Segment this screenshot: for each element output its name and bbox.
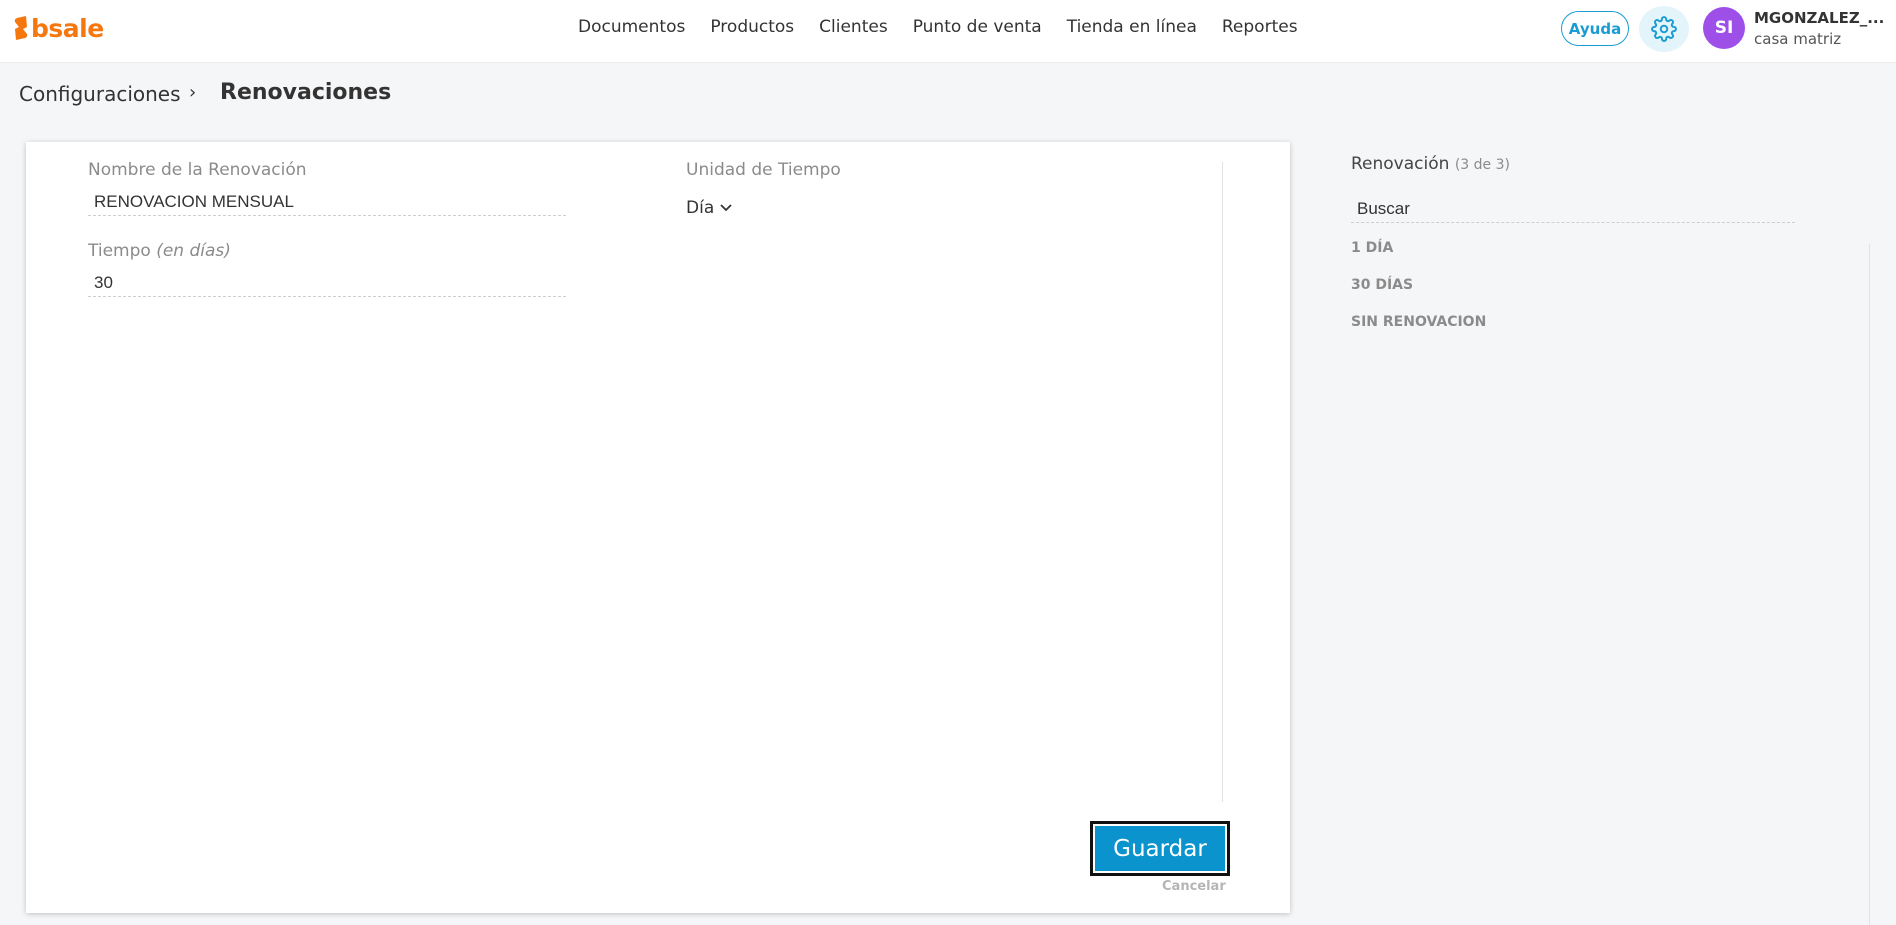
search-input[interactable] [1351,195,1795,223]
sidebar-count: (3 de 3) [1454,157,1510,173]
nav-item-documentos[interactable]: Documentos [578,17,685,39]
user-branch: casa matriz [1754,30,1842,48]
help-button[interactable]: Ayuda [1561,11,1629,46]
nav-item-reportes[interactable]: Reportes [1222,17,1298,39]
breadcrumb-separator: › [189,82,197,103]
list-item[interactable]: 30 DÍAS [1351,277,1486,314]
renewal-name-label: Nombre de la Renovación [88,160,307,180]
save-button[interactable]: Guardar [1090,821,1230,876]
list-item[interactable]: 1 DÍA [1351,240,1486,277]
top-navbar: bsale Documentos Productos Clientes Punt… [0,0,1896,63]
chevron-down-icon [720,204,732,212]
main-nav: Documentos Productos Clientes Punto de v… [578,17,1323,39]
gear-icon [1651,16,1677,42]
nav-item-punto-de-venta[interactable]: Punto de venta [913,17,1042,39]
bsale-logo[interactable]: bsale [13,13,104,43]
nav-item-productos[interactable]: Productos [710,17,794,39]
list-item[interactable]: SIN RENOVACION [1351,314,1486,351]
breadcrumb-configuraciones[interactable]: Configuraciones [19,82,181,106]
time-unit-select[interactable]: Día [686,198,732,218]
sidebar-title: Renovación (3 de 3) [1351,154,1510,174]
nav-item-clientes[interactable]: Clientes [819,17,888,39]
cancel-link[interactable]: Cancelar [1162,879,1226,894]
settings-button[interactable] [1639,6,1689,52]
bsale-logo-icon [14,16,28,40]
renewal-list: 1 DÍA 30 DÍAS SIN RENOVACION [1351,240,1486,351]
brand-name: bsale [31,13,104,43]
time-unit-value: Día [686,198,715,218]
sidebar-scroll-track [1869,244,1870,925]
time-label-text: Tiempo [88,241,151,261]
time-unit-label: Unidad de Tiempo [686,160,841,180]
avatar[interactable]: SI [1703,7,1745,49]
time-label: Tiempo (en días) [88,241,231,261]
page-title: Renovaciones [220,80,392,105]
sidebar-title-text: Renovación [1351,154,1450,174]
renewal-form-card: Nombre de la Renovación Tiempo (en días)… [26,142,1290,913]
time-unit-hint: (en días) [156,241,231,261]
card-divider [1222,162,1223,802]
user-name[interactable]: MGONZALEZ_... [1754,9,1884,27]
renewal-name-input[interactable] [88,188,566,216]
save-button-label: Guardar [1095,826,1225,871]
nav-item-tienda-en-linea[interactable]: Tienda en línea [1067,17,1197,39]
time-input[interactable] [88,269,566,297]
